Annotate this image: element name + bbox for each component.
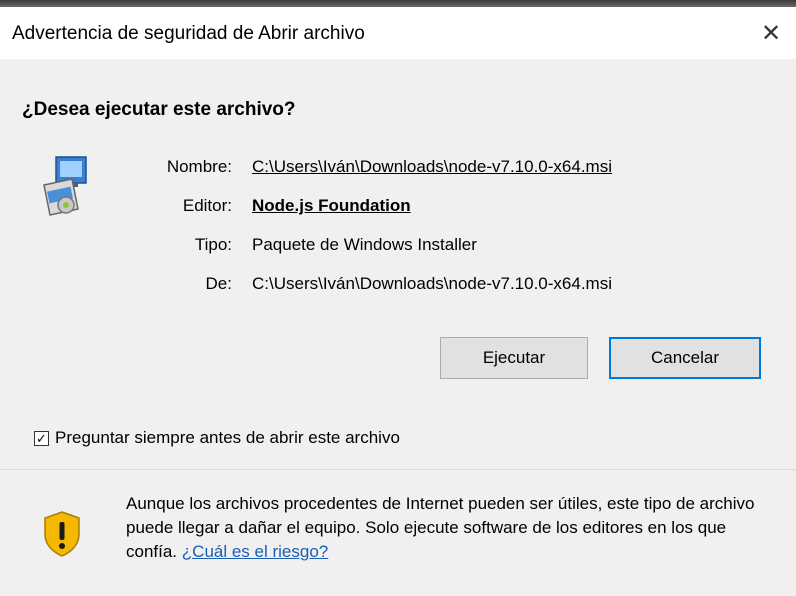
from-value: C:\Users\Iván\Downloads\node-v7.10.0-x64… bbox=[252, 274, 612, 293]
run-button[interactable]: Ejecutar bbox=[440, 337, 588, 379]
publisher-link[interactable]: Node.js Foundation bbox=[252, 196, 411, 216]
cancel-button[interactable]: Cancelar bbox=[609, 337, 761, 379]
security-warning-dialog: Advertencia de seguridad de Abrir archiv… bbox=[0, 7, 796, 596]
type-label: Tipo: bbox=[194, 235, 232, 254]
name-row: Nombre: C:\Users\Iván\Downloads\node-v7.… bbox=[0, 157, 796, 183]
always-ask-label: Preguntar siempre antes de abrir este ar… bbox=[55, 428, 400, 447]
close-button[interactable]: ✕ bbox=[746, 7, 796, 59]
warning-area: Aunque los archivos procedentes de Inter… bbox=[0, 470, 796, 596]
title-bar: Advertencia de seguridad de Abrir archiv… bbox=[0, 7, 796, 59]
checkmark-icon: ✓ bbox=[36, 430, 47, 446]
window-title: Advertencia de seguridad de Abrir archiv… bbox=[12, 23, 365, 44]
type-value: Paquete de Windows Installer bbox=[252, 235, 477, 254]
publisher-row: Editor: Node.js Foundation bbox=[0, 196, 796, 222]
close-icon: ✕ bbox=[760, 19, 782, 47]
always-ask-checkbox-row[interactable]: ✓ Preguntar siempre antes de abrir este … bbox=[34, 425, 400, 451]
risk-link[interactable]: ¿Cuál es el riesgo? bbox=[182, 542, 328, 561]
warning-shield-icon bbox=[44, 511, 80, 557]
warning-text: Aunque los archivos procedentes de Inter… bbox=[126, 492, 776, 564]
type-row: Tipo: Paquete de Windows Installer bbox=[0, 235, 796, 261]
from-label: De: bbox=[205, 274, 232, 293]
background-window-strip bbox=[0, 0, 796, 7]
from-row: De: C:\Users\Iván\Downloads\node-v7.10.0… bbox=[0, 274, 796, 300]
publisher-label: Editor: bbox=[182, 196, 232, 215]
name-label: Nombre: bbox=[166, 157, 232, 176]
file-name-link[interactable]: C:\Users\Iván\Downloads\node-v7.10.0-x64… bbox=[252, 157, 612, 177]
run-file-question: ¿Desea ejecutar este archivo? bbox=[22, 99, 296, 120]
always-ask-checkbox[interactable]: ✓ bbox=[34, 430, 49, 446]
